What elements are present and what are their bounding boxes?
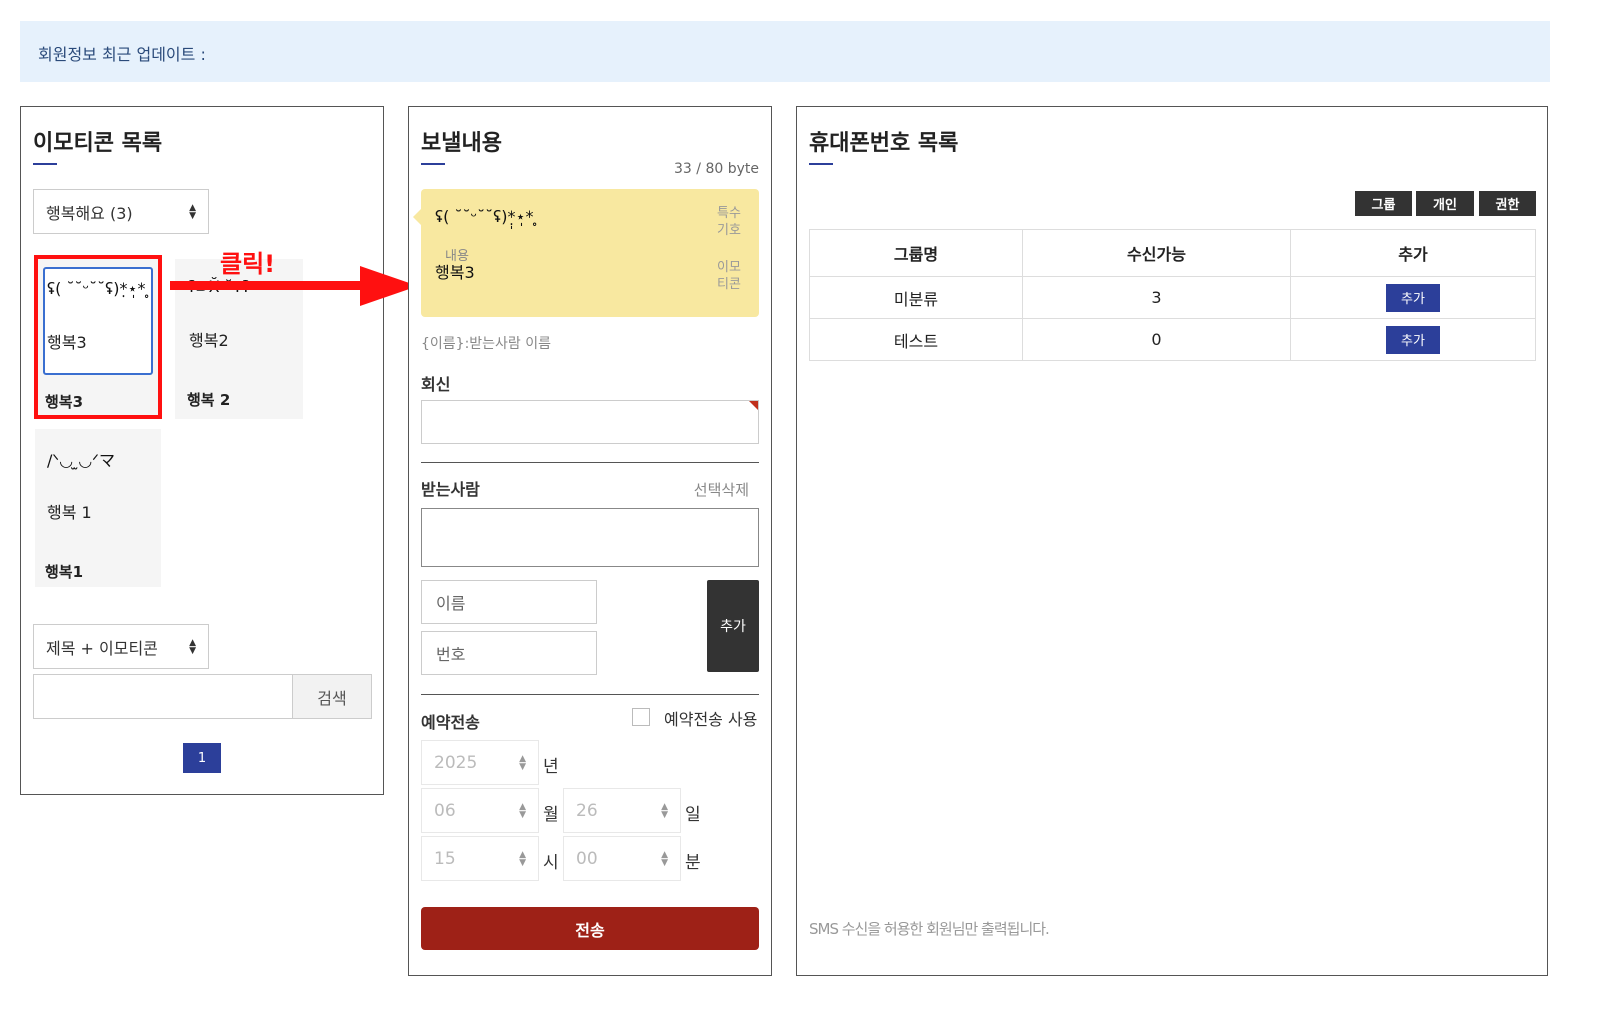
month-unit: 월 (543, 805, 559, 825)
tab-permission[interactable]: 권한 (1479, 191, 1536, 216)
column-header-add: 추가 (1290, 229, 1536, 277)
group-name-cell: 미분류 (809, 276, 1023, 319)
reserve-checkbox[interactable] (632, 708, 650, 726)
delete-selected-link[interactable]: 선택삭제 (694, 479, 749, 500)
emoticon-panel: 이모티콘 목록 행복해요 (3) ▲ ▼ ʢ( ˘˘ᵕ˘˘ʢ)*̣̩⋆̩* ̥ 행… (20, 106, 384, 795)
day-unit: 일 (685, 805, 701, 825)
pagination-page-1[interactable]: 1 (183, 743, 221, 773)
required-marker-icon (749, 401, 758, 410)
hour-value: 15 (434, 848, 456, 869)
reserve-label: 예약전송 (421, 713, 480, 732)
add-cell: 추가 (1290, 276, 1536, 319)
count-cell: 3 (1022, 276, 1291, 319)
number-input[interactable]: 번호 (421, 631, 597, 675)
banner-text: 회원정보 최근 업데이트 : (38, 45, 206, 64)
click-annotation: 클릭! (220, 250, 276, 278)
hour-unit: 시 (543, 853, 559, 873)
reserve-checkbox-label: 예약전송 사용 (664, 710, 758, 729)
message-text: 행복3 (435, 263, 475, 282)
update-banner: 회원정보 최근 업데이트 : (20, 21, 1550, 82)
add-cell: 추가 (1290, 318, 1536, 361)
recipient-list[interactable] (421, 508, 759, 567)
reply-label: 회신 (421, 375, 451, 394)
message-bubble-tail (413, 209, 421, 225)
emoticon-card-3[interactable]: /ᐠ◡ ̫◡ᐟマ 행복 1 행복1 (35, 429, 161, 587)
emoticon-text: 행복2 (189, 331, 229, 350)
reply-number-input[interactable] (421, 400, 759, 444)
minute-select[interactable]: 00 ▲ ▼ (563, 836, 681, 881)
tab-group[interactable]: 그룹 (1355, 191, 1412, 216)
group-name-cell: 테스트 (809, 318, 1023, 361)
title-underline (809, 163, 833, 165)
year-value: 2025 (434, 752, 478, 773)
emoticon-face: /ᐠ◡ ̫◡ᐟマ (47, 451, 115, 470)
message-textarea[interactable]: ʢ( ˘˘ᵕ˘˘ʢ)*̣̩⋆̩* ̥ 내용 행복3 특수 기호 이모 티콘 (413, 189, 759, 317)
month-value: 06 (434, 800, 456, 821)
day-value: 26 (576, 800, 598, 821)
name-variable-hint: {이름}:받는사람 이름 (421, 336, 552, 352)
title-underline (33, 163, 57, 165)
select-arrows-icon: ▲ ▼ (519, 753, 526, 772)
category-select-value: 행복해요 (3) (46, 203, 133, 223)
title-underline (421, 163, 445, 165)
year-select[interactable]: 2025 ▲ ▼ (421, 740, 539, 785)
column-header-count: 수신가능 (1022, 229, 1291, 277)
special-chars-button[interactable]: 특수 기호 (715, 205, 743, 239)
select-arrows-icon: ▲ ▼ (519, 849, 526, 868)
select-arrows-icon: ▲ ▼ (519, 801, 526, 820)
year-unit: 년 (543, 757, 559, 777)
select-arrows-icon: ▲ ▼ (661, 849, 668, 868)
emoticon-category-select[interactable]: 행복해요 (3) ▲ ▼ (33, 189, 209, 234)
minute-unit: 분 (685, 853, 701, 873)
table-row: 미분류 3 추가 (809, 276, 1536, 319)
emoticon-name: 행복 2 (187, 391, 231, 409)
search-type-select[interactable]: 제목 + 이모티콘 ▲ ▼ (33, 624, 209, 669)
select-arrows-icon: ▲ ▼ (189, 637, 196, 656)
add-group-button[interactable]: 추가 (1386, 325, 1440, 354)
count-cell: 0 (1022, 318, 1291, 361)
sms-consent-note: SMS 수신을 허용한 회원님만 출력됩니다. (809, 920, 1050, 938)
group-table: 그룹명 수신가능 추가 미분류 3 추가 테스트 0 추가 (809, 229, 1536, 361)
emoticon-text: 행복 1 (47, 503, 92, 522)
compose-panel-title: 보낼내용 (421, 131, 502, 156)
add-recipient-button[interactable]: 추가 (707, 580, 759, 672)
minute-value: 00 (576, 848, 598, 869)
emoticon-toggle-button[interactable]: 이모 티콘 (715, 259, 743, 293)
search-type-value: 제목 + 이모티콘 (46, 638, 158, 658)
recipient-label: 받는사람 (421, 480, 480, 499)
emoticon-search-input[interactable] (33, 674, 293, 719)
send-button[interactable]: 전송 (421, 907, 759, 950)
month-select[interactable]: 06 ▲ ▼ (421, 788, 539, 833)
phone-panel-title: 휴대폰번호 목록 (809, 131, 959, 156)
table-row: 테스트 0 추가 (809, 318, 1536, 361)
click-highlight-box (34, 255, 162, 419)
emoticon-name: 행복1 (45, 563, 84, 581)
table-header-row: 그룹명 수신가능 추가 (809, 229, 1536, 277)
message-emoticon: ʢ( ˘˘ᵕ˘˘ʢ)*̣̩⋆̩* ̥ (435, 207, 539, 226)
compose-panel: 보낼내용 33 / 80 byte ʢ( ˘˘ᵕ˘˘ʢ)*̣̩⋆̩* ̥ 내용 … (408, 106, 772, 976)
annotation-arrow-line (170, 281, 370, 290)
search-button[interactable]: 검색 (292, 674, 372, 719)
select-arrows-icon: ▲ ▼ (189, 202, 196, 221)
byte-counter: 33 / 80 byte (674, 161, 759, 177)
emoticon-panel-title: 이모티콘 목록 (33, 131, 163, 156)
add-group-button[interactable]: 추가 (1386, 283, 1440, 312)
name-input[interactable]: 이름 (421, 580, 597, 624)
column-header-group: 그룹명 (809, 229, 1023, 277)
phone-list-panel: 휴대폰번호 목록 그룹 개인 권한 그룹명 수신가능 추가 미분류 3 추가 테… (796, 106, 1548, 976)
select-arrows-icon: ▲ ▼ (661, 801, 668, 820)
hour-select[interactable]: 15 ▲ ▼ (421, 836, 539, 881)
section-divider (421, 694, 759, 695)
tab-individual[interactable]: 개인 (1416, 191, 1474, 216)
day-select[interactable]: 26 ▲ ▼ (563, 788, 681, 833)
section-divider (421, 462, 759, 463)
